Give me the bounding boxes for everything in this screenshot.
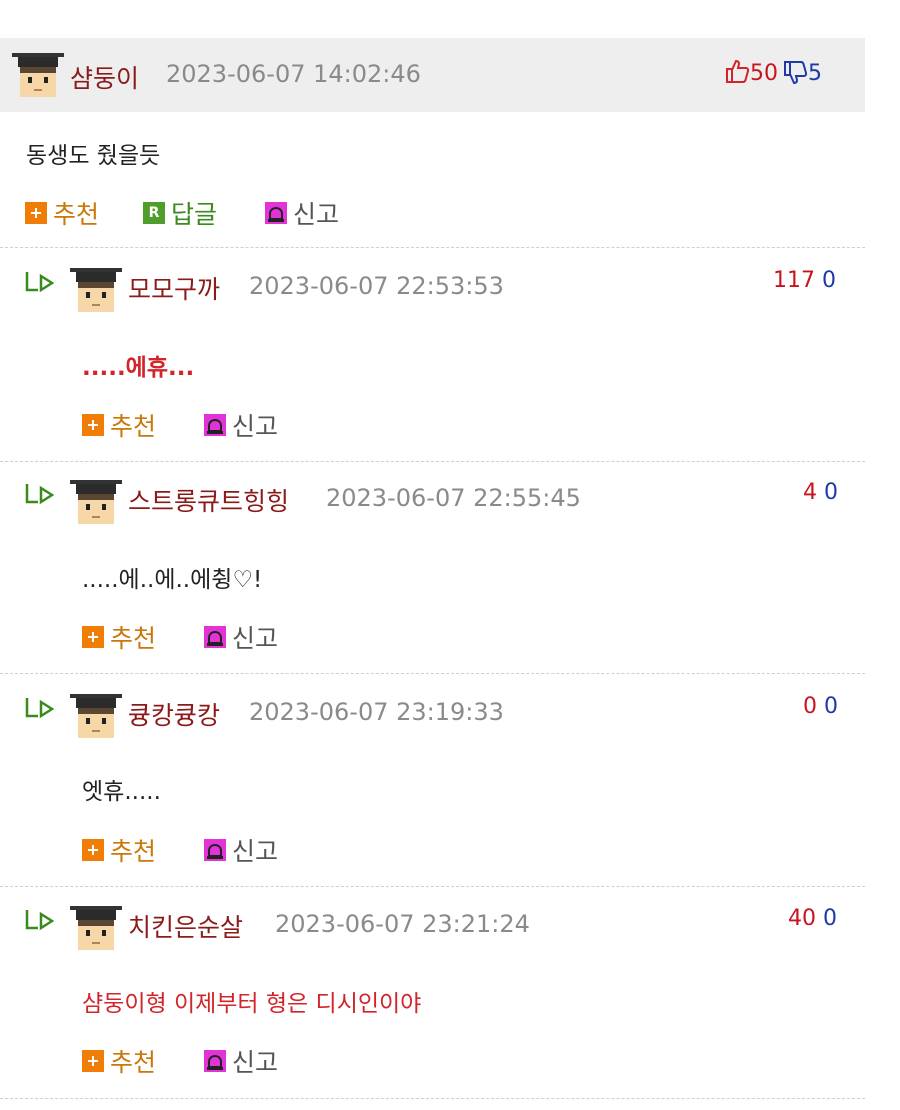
comment-date: 2023-06-07 23:21:24 (275, 910, 530, 938)
plus-icon (82, 414, 104, 436)
avatar[interactable] (70, 690, 122, 742)
plus-icon (25, 202, 47, 224)
graduate-avatar-icon (12, 53, 64, 97)
divider (0, 886, 865, 887)
comment-actions: 추천 신고 (82, 622, 382, 653)
siren-icon (204, 414, 226, 436)
downvote-count: 0 (824, 480, 838, 505)
downvote-count: 0 (822, 268, 836, 293)
divider (0, 673, 865, 674)
comment-date: 2023-06-07 22:53:53 (249, 272, 504, 300)
divider (0, 1098, 865, 1099)
vote-counts: 40 0 (788, 906, 837, 931)
comment-actions: 추천 신고 (82, 1046, 382, 1077)
comment-actions: 추천 신고 (82, 410, 382, 441)
graduate-avatar-icon (70, 906, 122, 950)
report-button[interactable]: 신고 (204, 410, 278, 441)
comment-date: 2023-06-07 23:19:33 (249, 698, 504, 726)
comment-text: 샴둥이형 이제부터 형은 디시인이야 (82, 991, 422, 1017)
author-name[interactable]: 스트롱큐트힝힝 (128, 482, 289, 518)
author-name[interactable]: 큥캉큥캉 (128, 696, 220, 732)
upvote-count: 40 (788, 906, 816, 931)
plus-icon (82, 1050, 104, 1072)
reply-arrow-icon (25, 484, 55, 505)
downvote-count: 0 (824, 694, 838, 719)
graduate-avatar-icon (70, 480, 122, 524)
upvote-count: 50 (750, 61, 778, 86)
siren-icon (204, 626, 226, 648)
reply-arrow-icon (25, 910, 55, 931)
siren-icon (265, 202, 287, 224)
report-button[interactable]: 신고 (204, 622, 278, 653)
recommend-button[interactable]: 추천 (25, 198, 99, 229)
recommend-button[interactable]: 추천 (82, 1046, 156, 1077)
comment-text: 동생도 줬을듯 (26, 143, 161, 169)
report-button[interactable]: 신고 (204, 1046, 278, 1077)
comment-actions: 추천 신고 (82, 835, 382, 866)
comment-text: .....에..에..에췽♡! (82, 567, 263, 593)
upvote-count: 117 (773, 268, 815, 293)
author-name[interactable]: 샴둥이 (70, 59, 139, 95)
comment-date: 2023-06-07 14:02:46 (166, 60, 421, 88)
siren-icon (204, 839, 226, 861)
comment-actions: 추천 R 답글 신고 (25, 198, 425, 229)
comment-text: .....에휴... (82, 355, 195, 381)
graduate-avatar-icon (70, 694, 122, 738)
report-button[interactable]: 신고 (265, 198, 339, 229)
recommend-button[interactable]: 추천 (82, 622, 156, 653)
vote-counts: 50 5 (724, 58, 822, 86)
vote-counts: 0 0 (803, 694, 838, 719)
plus-icon (82, 839, 104, 861)
comment-text: 엣휴..... (82, 779, 161, 805)
thumbs-down-icon[interactable] (782, 60, 808, 86)
author-name[interactable]: 모모구까 (128, 270, 220, 306)
divider (0, 247, 865, 248)
siren-icon (204, 1050, 226, 1072)
comment-list: 샴둥이 2023-06-07 14:02:46 50 5 동생도 줬을듯 추천 … (0, 0, 900, 1110)
recommend-button[interactable]: 추천 (82, 835, 156, 866)
divider (0, 461, 865, 462)
downvote-count: 0 (823, 906, 837, 931)
avatar[interactable] (70, 476, 122, 528)
reply-button[interactable]: R 답글 (143, 198, 217, 229)
recommend-button[interactable]: 추천 (82, 410, 156, 441)
reply-arrow-icon (25, 698, 55, 719)
vote-counts: 4 0 (803, 480, 838, 505)
comment-date: 2023-06-07 22:55:45 (326, 484, 581, 512)
author-name[interactable]: 치킨은순살 (128, 908, 243, 944)
avatar[interactable] (12, 49, 64, 101)
reply-arrow-icon (25, 272, 55, 293)
upvote-count: 0 (803, 694, 817, 719)
reply-r-icon: R (143, 202, 165, 224)
report-button[interactable]: 신고 (204, 835, 278, 866)
avatar[interactable] (70, 264, 122, 316)
graduate-avatar-icon (70, 268, 122, 312)
thumbs-up-icon[interactable] (724, 58, 750, 84)
vote-counts: 117 0 (773, 268, 836, 293)
plus-icon (82, 626, 104, 648)
downvote-count: 5 (808, 61, 822, 86)
avatar[interactable] (70, 902, 122, 954)
main-comment-header: 샴둥이 2023-06-07 14:02:46 50 5 (0, 38, 865, 112)
upvote-count: 4 (803, 480, 817, 505)
